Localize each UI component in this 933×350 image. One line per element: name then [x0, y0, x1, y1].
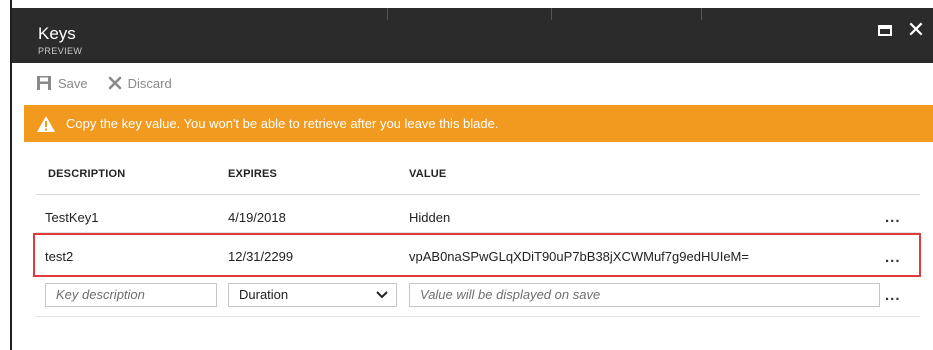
row-description: TestKey1 [45, 210, 99, 225]
save-label: Save [58, 75, 88, 91]
page-title: Keys [38, 24, 76, 43]
row-value: Hidden [409, 210, 451, 225]
key-description-input[interactable]: Key description [45, 283, 217, 307]
page-subtitle: PREVIEW [38, 46, 83, 56]
discard-button[interactable]: Discard [108, 76, 172, 91]
banner-text: Copy the key value. You won't be able to… [66, 116, 499, 131]
duration-selected-value: Duration [239, 287, 289, 302]
duration-select[interactable]: Duration [228, 283, 397, 307]
header-divider [551, 8, 552, 20]
column-header-value: VALUE [409, 168, 447, 180]
column-header-expires: EXPIRES [228, 168, 278, 180]
discard-icon [108, 76, 121, 90]
row-divider [36, 316, 920, 317]
warning-banner: Copy the key value. You won't be able to… [24, 105, 933, 142]
column-header-description: DESCRIPTION [48, 168, 126, 180]
save-icon [37, 76, 51, 90]
highlight-box [33, 233, 921, 277]
window-left-edge [0, 0, 12, 350]
header-divider [701, 8, 702, 20]
blade-header: Keys PREVIEW ✕ [12, 8, 933, 63]
header-divider-line [36, 194, 920, 195]
discard-label: Discard [127, 75, 172, 91]
save-button[interactable]: Save [36, 75, 88, 91]
new-row-more-button[interactable]: ... [885, 287, 901, 304]
row-more-button[interactable]: ... [885, 209, 901, 226]
warning-icon [37, 115, 55, 132]
close-icon[interactable]: ✕ [905, 19, 927, 42]
chevron-down-icon [376, 291, 388, 299]
maximize-icon[interactable] [874, 20, 896, 42]
header-divider [387, 8, 388, 20]
value-field: Value will be displayed on save [409, 283, 880, 307]
command-bar: Save Discard [36, 72, 192, 94]
row-expires: 4/19/2018 [228, 210, 286, 225]
